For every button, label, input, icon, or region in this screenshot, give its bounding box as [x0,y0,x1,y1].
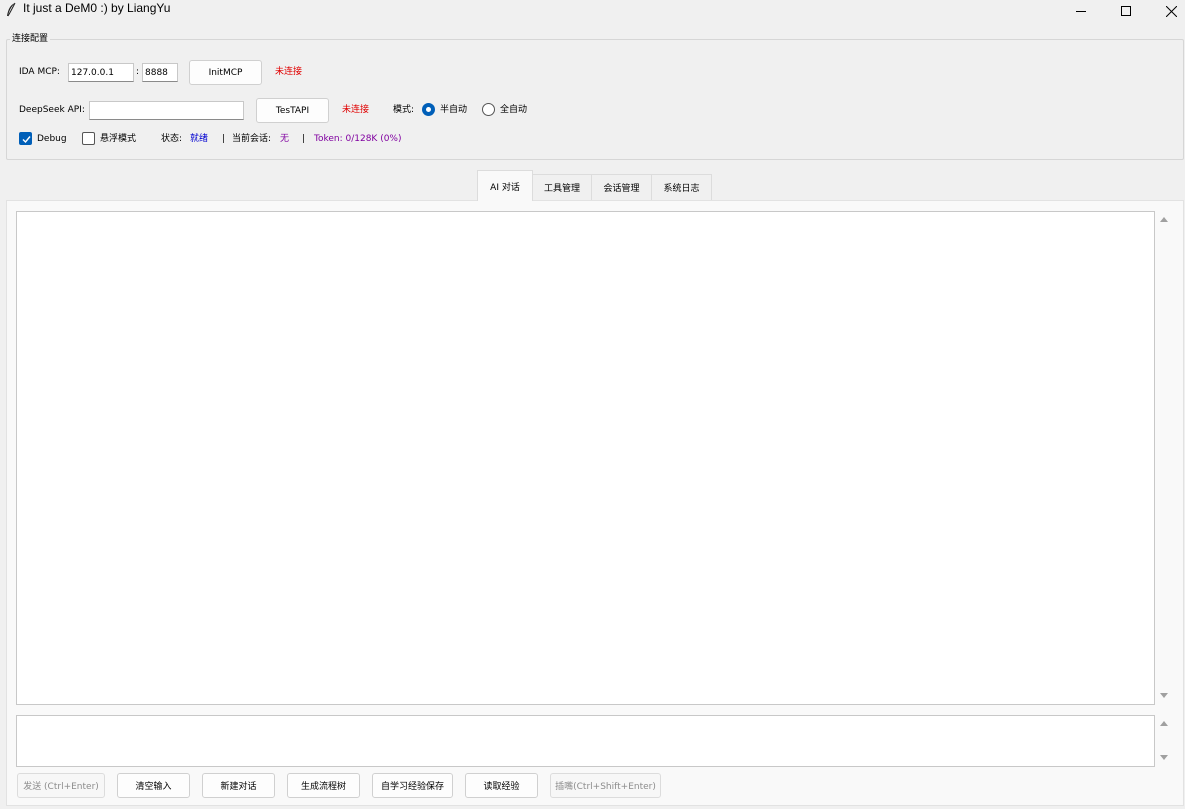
tab-tool-management[interactable]: 工具管理 [532,174,592,200]
tab-session-management[interactable]: 会话管理 [591,174,652,200]
deepseek-api-label: DeepSeek API: [19,105,85,115]
debug-checkbox[interactable] [19,132,32,145]
deepseek-api-key-input[interactable] [89,101,244,120]
ida-mcp-label: IDA MCP: [19,67,60,77]
current-session-label: 当前会话: [232,134,272,144]
scroll-down-arrow-icon[interactable] [1159,754,1169,762]
state-value: 就绪 [190,134,209,144]
mode-full-auto-radio[interactable] [482,103,495,116]
tab-ai-chat[interactable]: AI 对话 [477,170,533,201]
state-label: 状态: [161,134,183,144]
send-button[interactable]: 发送 (Ctrl+Enter) [17,773,105,798]
minimize-icon [1076,11,1086,12]
ida-host-input[interactable] [68,63,134,82]
float-mode-label[interactable]: 悬浮模式 [100,134,136,145]
ida-status-text: 未连接 [275,67,303,77]
api-status-text: 未连接 [342,105,370,115]
scroll-up-arrow-icon[interactable] [1159,719,1169,727]
status-separator: | [222,134,226,144]
new-chat-button[interactable]: 新建对话 [202,773,275,798]
current-session-value: 无 [280,134,290,144]
connection-config-group [6,39,1184,160]
debug-label[interactable]: Debug [37,134,67,145]
chat-input-area[interactable] [16,715,1155,767]
maximize-icon [1121,6,1131,16]
clear-input-button[interactable]: 清空输入 [117,773,190,798]
tab-system-log[interactable]: 系统日志 [651,174,712,200]
generate-flow-tree-button[interactable]: 生成流程树 [287,773,360,798]
float-mode-checkbox[interactable] [82,132,95,145]
interrupt-button[interactable]: 插嘴(Ctrl+Shift+Enter) [550,773,661,798]
status-separator: | [302,134,306,144]
test-api-button[interactable]: TesTAPI [256,98,329,123]
connection-config-title: 连接配置 [10,34,51,45]
read-experience-button[interactable]: 读取经验 [465,773,538,798]
maximize-button[interactable] [1103,0,1149,22]
title-bar[interactable]: It just a DeM0 :) by LiangYu [0,0,1185,22]
init-mcp-button[interactable]: InitMCP [189,60,262,85]
mode-semi-auto-label[interactable]: 半自动 [440,105,467,116]
mode-label: 模式: [393,105,415,115]
mode-semi-auto-radio[interactable] [422,103,435,116]
close-icon [1165,5,1177,17]
close-button[interactable] [1148,0,1185,22]
chat-output-area[interactable] [16,211,1155,705]
minimize-button[interactable] [1058,0,1104,22]
scroll-up-arrow-icon[interactable] [1159,215,1169,223]
ida-port-separator: : [136,67,140,77]
feather-icon [7,2,16,17]
mode-full-auto-label[interactable]: 全自动 [500,105,527,116]
app-window: It just a DeM0 :) by LiangYu 连接配置 IDA MC… [0,0,1185,809]
scroll-down-arrow-icon[interactable] [1159,692,1169,700]
checkmark-icon [22,136,31,144]
token-usage-text: Token: 0/128K (0%) [314,134,402,144]
ida-port-input[interactable] [142,63,178,82]
window-title: It just a DeM0 :) by LiangYu [23,1,171,15]
save-experience-button[interactable]: 自学习经验保存 [372,773,453,798]
